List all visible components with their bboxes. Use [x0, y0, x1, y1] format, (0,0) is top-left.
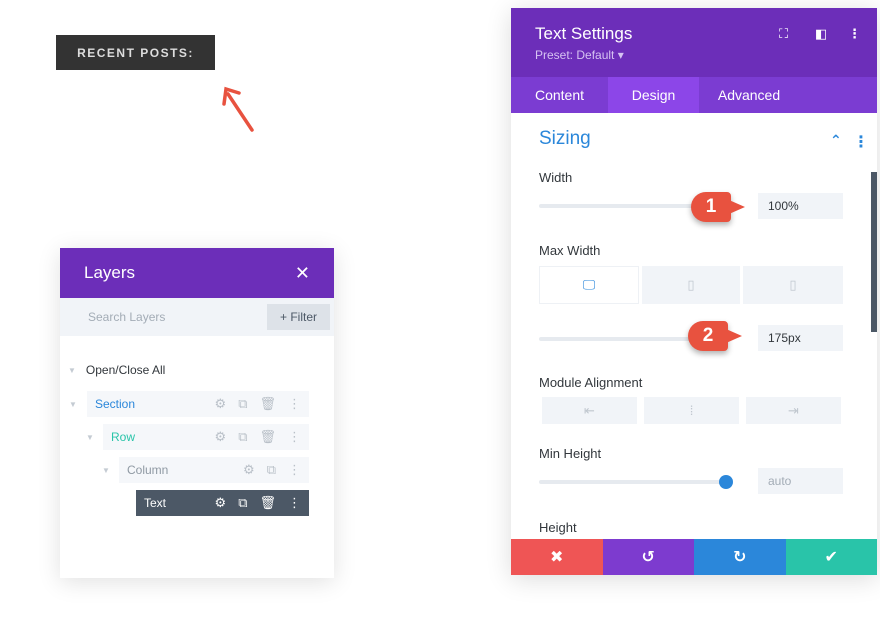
- split-view-icon[interactable]: ◧: [815, 26, 827, 42]
- tab-content[interactable]: Content: [511, 77, 608, 113]
- align-left-button[interactable]: ⇤: [542, 397, 637, 424]
- width-label: Width: [539, 170, 573, 185]
- more-icon[interactable]: ⋮: [288, 495, 301, 511]
- align-left-icon: ⇤: [584, 402, 595, 418]
- caret-down-icon[interactable]: ▼: [86, 433, 94, 442]
- save-button[interactable]: ✔: [785, 539, 877, 575]
- search-layers-input[interactable]: Search Layers: [88, 310, 165, 324]
- more-icon[interactable]: ⋮: [853, 132, 869, 152]
- sizing-section-title[interactable]: Sizing: [539, 128, 591, 150]
- more-icon[interactable]: ⋮: [288, 396, 301, 412]
- phone-tab[interactable]: ▯: [743, 266, 843, 304]
- gear-icon[interactable]: ⚙: [215, 495, 227, 511]
- gear-icon[interactable]: ⚙: [243, 462, 255, 478]
- open-close-label: Open/Close All: [85, 363, 166, 377]
- tab-advanced[interactable]: Advanced: [699, 77, 799, 113]
- desktop-icon: 🖵: [582, 277, 596, 292]
- max-width-slider[interactable]: [539, 337, 699, 341]
- undo-button[interactable]: ↺: [602, 539, 694, 575]
- annotation-badge-2: 2: [688, 321, 742, 351]
- width-slider[interactable]: [539, 204, 699, 208]
- layer-label: Column: [127, 463, 169, 477]
- settings-title: Text Settings: [535, 24, 633, 43]
- tablet-tab[interactable]: ▯: [642, 266, 740, 304]
- duplicate-icon[interactable]: ⧉: [238, 495, 247, 511]
- phone-icon: ▯: [789, 277, 797, 292]
- open-close-all[interactable]: ▼ Open/Close All: [68, 363, 165, 377]
- duplicate-icon[interactable]: ⧉: [238, 396, 247, 412]
- min-height-input[interactable]: auto: [758, 468, 843, 494]
- max-width-label: Max Width: [539, 243, 601, 258]
- close-icon[interactable]: ✕: [295, 263, 310, 284]
- layers-title: Layers: [84, 263, 136, 282]
- layer-text[interactable]: Text ⚙ ⧉ 🗑 ⋮: [136, 490, 309, 516]
- caret-down-icon[interactable]: ▼: [69, 400, 77, 409]
- align-center-button[interactable]: ⁞: [644, 397, 739, 424]
- duplicate-icon[interactable]: ⧉: [267, 462, 276, 478]
- desktop-tab[interactable]: 🖵: [539, 266, 639, 304]
- annotation-badge-1: 1: [691, 192, 745, 222]
- settings-header: Text Settings Preset: Default ▾ ⛶ ◧ ⋮: [511, 8, 877, 77]
- caret-down-icon[interactable]: ▼: [102, 466, 110, 475]
- layers-panel: Layers ✕ Search Layers + Filter ▼ Open/Cl…: [60, 248, 334, 578]
- preset-dropdown[interactable]: Preset: Default ▾: [535, 48, 853, 62]
- settings-tabs: Content Design Advanced: [511, 77, 877, 113]
- text-settings-panel: Text Settings Preset: Default ▾ ⛶ ◧ ⋮ Co…: [511, 8, 877, 575]
- redo-button[interactable]: ↻: [694, 539, 786, 575]
- tablet-icon: ▯: [687, 277, 695, 292]
- fullscreen-icon[interactable]: ⛶: [779, 26, 788, 42]
- chevron-up-icon[interactable]: ⌃: [830, 132, 842, 149]
- settings-footer: ✖ ↺ ↻ ✔: [511, 539, 877, 575]
- cancel-button[interactable]: ✖: [511, 539, 603, 575]
- align-center-icon: ⁞: [689, 403, 694, 418]
- slider-handle[interactable]: [719, 475, 733, 489]
- scrollbar[interactable]: [871, 172, 877, 332]
- layer-row[interactable]: Row ⚙ ⧉ 🗑 ⋮: [103, 424, 309, 450]
- check-icon: ✔: [824, 549, 838, 566]
- layer-label: Section: [95, 397, 136, 411]
- undo-icon: ↺: [641, 549, 655, 566]
- close-icon: ✖: [550, 549, 564, 566]
- filter-button[interactable]: + Filter: [267, 304, 330, 330]
- tab-design[interactable]: Design: [608, 77, 699, 113]
- module-alignment-label: Module Alignment: [539, 375, 643, 390]
- caret-down-icon: ▼: [68, 365, 76, 375]
- trash-icon[interactable]: 🗑: [259, 396, 276, 412]
- width-input[interactable]: 100%: [758, 193, 843, 219]
- recent-posts-heading: RECENT POSTS:: [56, 35, 215, 70]
- red-arrow-annotation: [222, 86, 254, 132]
- layer-column[interactable]: Column ⚙ ⧉ ⋮: [119, 457, 309, 483]
- align-right-button[interactable]: ⇥: [746, 397, 841, 424]
- gear-icon[interactable]: ⚙: [215, 396, 227, 412]
- duplicate-icon[interactable]: ⧉: [238, 429, 247, 445]
- layer-label: Row: [111, 430, 136, 444]
- min-height-slider[interactable]: [539, 480, 727, 484]
- trash-icon[interactable]: 🗑: [259, 495, 276, 511]
- redo-icon: ↻: [733, 549, 747, 566]
- search-layers-bar: Search Layers + Filter: [60, 298, 334, 336]
- layers-header: Layers ✕: [60, 248, 334, 298]
- min-height-label: Min Height: [539, 446, 602, 461]
- more-icon[interactable]: ⋮: [288, 429, 301, 445]
- more-icon[interactable]: ⋮: [288, 462, 301, 478]
- layer-label: Text: [144, 496, 167, 510]
- align-right-icon: ⇥: [788, 402, 799, 418]
- trash-icon[interactable]: 🗑: [259, 429, 276, 445]
- height-label: Height: [539, 520, 577, 535]
- more-icon[interactable]: ⋮: [848, 26, 861, 42]
- gear-icon[interactable]: ⚙: [215, 429, 227, 445]
- layer-section[interactable]: Section ⚙ ⧉ 🗑 ⋮: [87, 391, 309, 417]
- max-width-input[interactable]: 175px: [758, 325, 843, 351]
